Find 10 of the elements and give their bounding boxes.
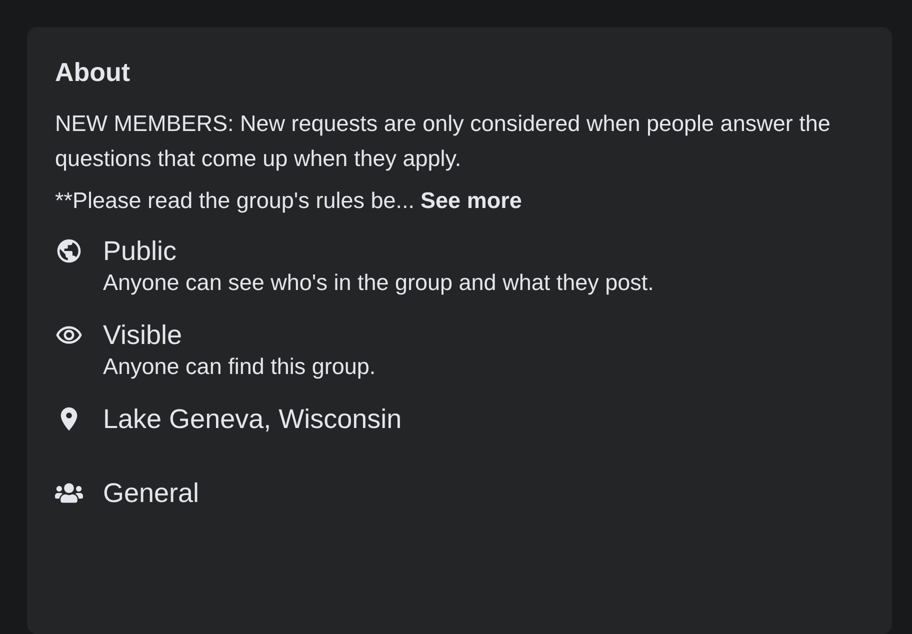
card-title: About [55,57,132,88]
info-title: Public [103,235,178,268]
group-description: NEW MEMBERS: New requests are only considered when people answer the questions that come up when they apply. [55,110,832,173]
info-subtitle: Anyone can find this group. [103,353,376,381]
rules-preview: **Please read the group's rules be... [55,187,415,215]
info-title: Lake Geneva, Wisconsin [103,403,402,436]
info-title: General [103,477,200,510]
see-more-link[interactable]: See more [420,186,522,216]
info-subtitle: Anyone can see who's in the group and what they post. [103,269,654,297]
info-title: Visible [103,319,184,352]
